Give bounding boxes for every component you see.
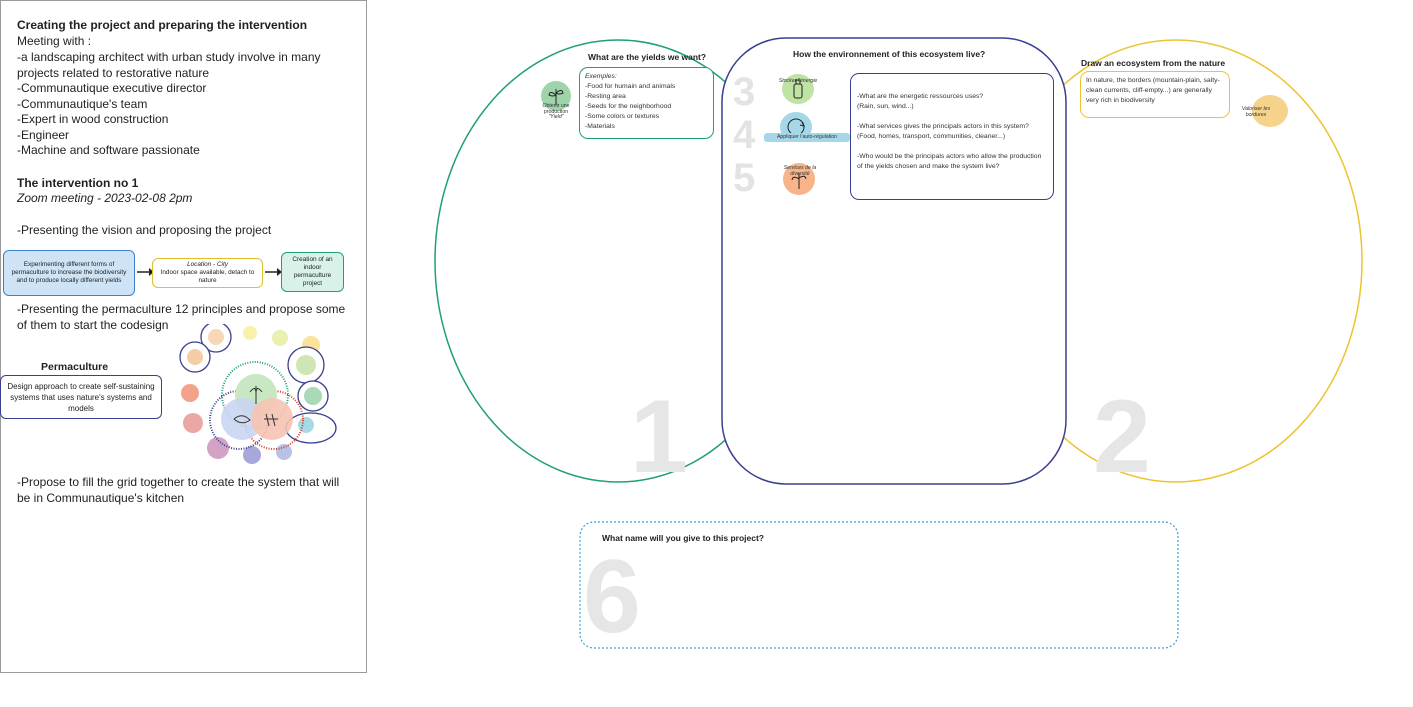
zone-number-6: 6 [583,539,641,655]
environment-questions-card: -What are the energetic ressources uses?… [850,73,1054,200]
yields-example-item: -Seeds for the neighborhood [585,103,672,110]
zone-number-2: 2 [1093,379,1151,495]
yields-examples-title: Exemples: [585,73,617,80]
borders-icon-label: Valoriser les bordures [1241,106,1271,118]
nature-card: In nature, the borders (mountain-plain, … [1080,71,1230,118]
zone-number-4: 4 [733,113,756,157]
self-regulation-label: Appliquer l'auto-régulation [776,134,838,140]
diversity-services-label: Services de la diversité [783,165,817,177]
yield-icon-caption-2: "Yield" [548,114,564,120]
yields-example-item: -Some colors or textures [585,113,660,120]
zone-number-5: 5 [733,156,756,200]
environment-heading: How the environnement of this ecosystem … [793,49,986,59]
name-heading: What name will you give to this project? [602,533,764,543]
yields-example-item: -Materials [585,123,615,130]
nature-card-text: In nature, the borders (mountain-plain, … [1086,77,1220,104]
yields-heading: What are the yields we want? [588,52,707,62]
energy-storage-label: Stocker l'énergie [778,78,818,84]
question-energy: -What are the energetic ressources uses? [857,93,984,100]
question-energy-examples: (Rain, sun, wind...) [857,103,914,110]
question-actors: -Who would be the principals actors who … [857,153,1042,170]
zone-number-3: 3 [733,70,756,114]
nature-heading: Draw an ecosystem from the nature [1081,58,1226,68]
question-services: -What services gives the principals acto… [857,123,1029,130]
zone-number-1: 1 [630,379,688,495]
yields-example-item: -Resting area [585,93,626,100]
yields-examples-card: Exemples: -Food for humain and animals -… [579,67,714,139]
question-services-examples: (Food, homes, transport, communities, cl… [857,133,1006,140]
yields-example-item: -Food for humain and animals [585,83,676,90]
